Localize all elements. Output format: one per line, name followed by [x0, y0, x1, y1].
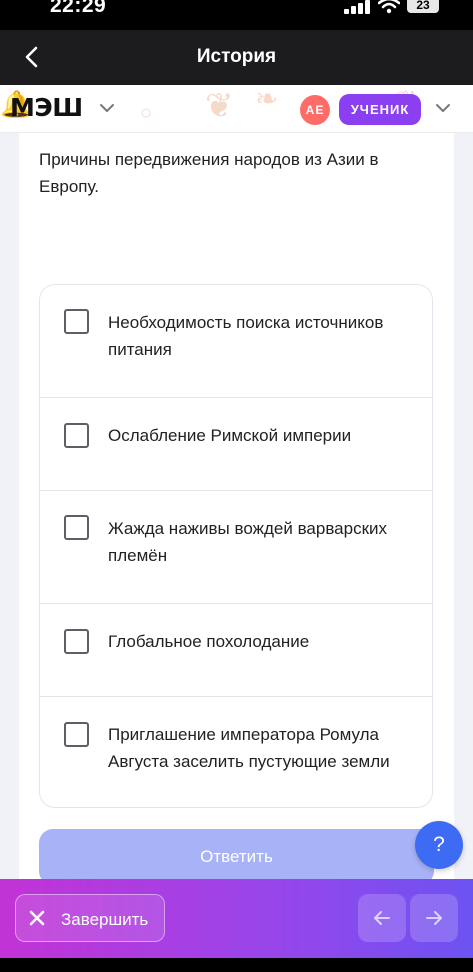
leaf-decoration-icon: ❧ — [255, 85, 279, 114]
mesh-logo[interactable]: МЭШ — [10, 93, 83, 122]
home-indicator-area — [0, 958, 473, 972]
close-icon — [29, 910, 45, 926]
status-time: 22:29 — [50, 0, 107, 17]
question-card: Причины передвижения народов из Азии в Е… — [19, 133, 454, 893]
signal-icon — [344, 0, 370, 14]
option-label: Необходимость поиска источников питания — [108, 313, 384, 359]
answer-option[interactable]: Жажда наживы вождей варварских племён — [40, 491, 432, 604]
finish-button[interactable]: Завершить — [15, 894, 165, 942]
answer-option[interactable]: Приглашение императора Ромула Августа за… — [40, 697, 432, 807]
checkbox[interactable] — [64, 309, 89, 334]
answer-options: Необходимость поиска источников питания … — [39, 284, 433, 808]
question-text: Причины передвижения народов из Азии в Е… — [39, 150, 379, 196]
checkbox[interactable] — [64, 423, 89, 448]
page-title: История — [196, 46, 277, 67]
finish-label: Завершить — [61, 910, 149, 929]
answer-option[interactable]: Ослабление Римской империи — [40, 398, 432, 491]
option-label: Глобальное похолодание — [108, 632, 310, 651]
nav-bar: История — [0, 30, 473, 85]
status-bar: 22:29 23 — [0, 0, 473, 30]
leaf-decoration-icon: ○ — [140, 102, 153, 124]
avatar[interactable]: АЕ — [300, 95, 330, 125]
app-header: ❦ ○ ❧ ❦ 🔔 МЭШ АЕ УЧЕНИК — [0, 85, 473, 133]
answer-option[interactable]: Необходимость поиска источников питания — [40, 285, 432, 398]
help-button[interactable]: ? — [415, 821, 463, 869]
role-badge[interactable]: УЧЕНИК — [339, 94, 421, 125]
wifi-icon — [378, 0, 400, 14]
next-button[interactable] — [410, 894, 458, 942]
previous-button[interactable] — [358, 894, 406, 942]
chevron-down-icon[interactable] — [432, 97, 454, 119]
bottom-toolbar: Завершить — [0, 879, 473, 958]
leaf-decoration-icon: ❦ — [205, 87, 234, 125]
answer-button[interactable]: Ответить — [39, 829, 434, 885]
checkbox[interactable] — [64, 515, 89, 540]
battery-icon: 23 — [407, 0, 439, 13]
option-label: Ослабление Римской империи — [108, 426, 352, 445]
main-content: Причины передвижения народов из Азии в Е… — [0, 133, 473, 893]
checkbox[interactable] — [64, 629, 89, 654]
chevron-down-icon[interactable] — [96, 97, 118, 119]
option-label: Жажда наживы вождей варварских племён — [108, 519, 387, 565]
checkbox[interactable] — [64, 722, 89, 747]
arrow-left-icon — [374, 911, 390, 925]
arrow-right-icon — [426, 911, 442, 925]
answer-option[interactable]: Глобальное похолодание — [40, 604, 432, 697]
option-label: Приглашение императора Ромула Августа за… — [108, 725, 390, 771]
